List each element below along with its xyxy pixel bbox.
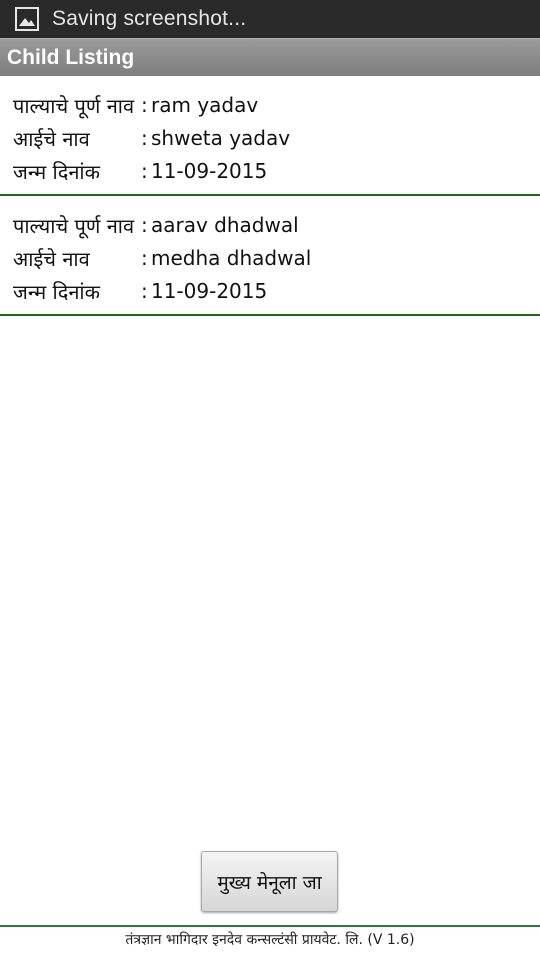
image-icon (15, 7, 39, 31)
dob-row: जन्म दिनांक : 11-09-2015 (13, 156, 267, 186)
dob-value: 11-09-2015 (151, 159, 268, 183)
list-item[interactable]: पाल्याचे पूर्ण नाव : ram yadav आईचे नाव … (0, 76, 540, 196)
separator: : (141, 93, 148, 117)
dob-value: 11-09-2015 (151, 279, 268, 303)
status-bar: Saving screenshot... (0, 0, 540, 38)
child-name-value: ram yadav (151, 93, 259, 117)
separator: : (141, 246, 148, 270)
status-text: Saving screenshot... (52, 7, 247, 30)
separator: : (141, 159, 148, 183)
dob-row: जन्म दिनांक : 11-09-2015 (13, 276, 267, 306)
mother-name-value: shweta yadav (151, 126, 291, 150)
child-name-label: पाल्याचे पूर्ण नाव (13, 93, 135, 118)
list-item[interactable]: पाल्याचे पूर्ण नाव : aarav dhadwal आईचे … (0, 196, 540, 316)
title-bar: Child Listing (0, 38, 540, 76)
mother-name-row: आईचे नाव : shweta yadav (13, 123, 290, 153)
child-name-value: aarav dhadwal (151, 213, 299, 237)
footer-text: तंत्रज्ञान भागिदार इनदेव कन्सल्टंसी प्रा… (125, 932, 415, 948)
separator: : (141, 279, 148, 303)
child-name-row: पाल्याचे पूर्ण नाव : aarav dhadwal (13, 210, 299, 240)
child-name-label: पाल्याचे पूर्ण नाव (13, 213, 135, 238)
main-menu-button[interactable]: मुख्य मेनूला जा (201, 851, 338, 912)
footer-divider (0, 925, 540, 927)
dob-label: जन्म दिनांक (13, 159, 100, 184)
mother-name-row: आईचे नाव : medha dhadwal (13, 243, 311, 273)
dob-label: जन्म दिनांक (13, 279, 100, 304)
mother-name-label: आईचे नाव (13, 246, 90, 271)
mother-name-label: आईचे नाव (13, 126, 90, 151)
child-name-row: पाल्याचे पूर्ण नाव : ram yadav (13, 90, 258, 120)
separator: : (141, 126, 148, 150)
mother-name-value: medha dhadwal (151, 246, 312, 270)
child-list: पाल्याचे पूर्ण नाव : ram yadav आईचे नाव … (0, 76, 540, 316)
separator: : (141, 213, 148, 237)
page-title: Child Listing (7, 45, 135, 69)
